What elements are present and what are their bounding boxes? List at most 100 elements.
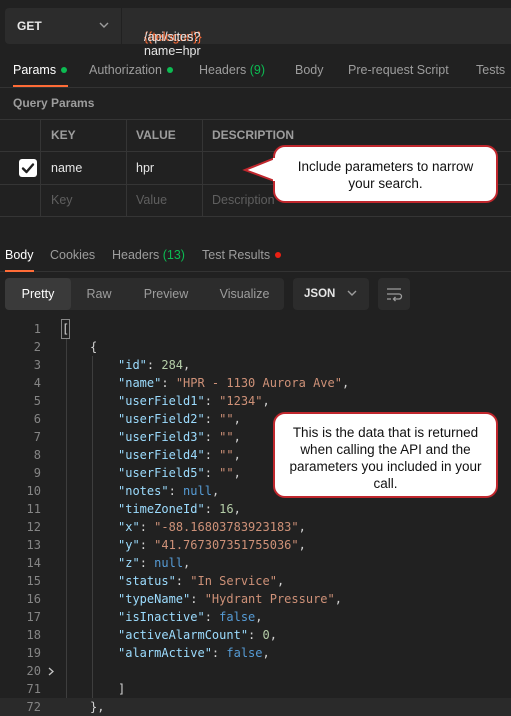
callout-text: This is the data that is returned when c… xyxy=(289,425,482,491)
tab-body[interactable]: Body xyxy=(295,63,324,77)
divider xyxy=(202,119,203,216)
json-value: 284 xyxy=(161,358,184,372)
param-key-field[interactable]: name xyxy=(51,161,82,175)
json-value: false xyxy=(219,610,256,624)
code-line: 18 "activeAlarmCount": 0, xyxy=(0,626,511,644)
method-select[interactable]: GET xyxy=(5,8,121,44)
chevron-down-icon xyxy=(99,22,109,28)
line-number: 6 xyxy=(33,412,41,426)
json-value: null xyxy=(183,484,212,498)
json-key: "notes" xyxy=(118,484,169,498)
json-key: "status" xyxy=(118,574,176,588)
url-input[interactable]: {{telogurl}}/api/sites?name=hpr xyxy=(122,8,511,58)
new-key-field[interactable]: Key xyxy=(51,193,73,207)
tab-params-label: Params xyxy=(13,63,57,77)
column-header-description: DESCRIPTION xyxy=(212,128,295,142)
tab-params[interactable]: Params xyxy=(13,63,68,77)
tab-headers-label: Headers xyxy=(199,63,247,77)
tab-pre-request-script-label: Pre-request Script xyxy=(348,63,449,77)
param-enabled-checkbox[interactable] xyxy=(19,159,37,177)
status-dot xyxy=(61,66,68,73)
line-number: 1 xyxy=(33,322,41,336)
active-tab-underline xyxy=(5,270,34,272)
json-key: "userField1" xyxy=(118,394,205,408)
json-value: "" xyxy=(219,430,234,444)
json-key: "activeAlarmCount" xyxy=(118,628,249,642)
view-mode-raw[interactable]: Raw xyxy=(71,278,127,310)
json-key: "y" xyxy=(118,538,140,552)
wrap-lines-button[interactable] xyxy=(378,278,410,310)
tab-authorization-label: Authorization xyxy=(89,63,162,77)
tab-authorization[interactable]: Authorization xyxy=(89,63,173,77)
json-value: "41.767307351755036" xyxy=(154,538,299,552)
new-value-field[interactable]: Value xyxy=(136,193,167,207)
json-value: "" xyxy=(219,412,234,426)
code-line: 11 "timeZoneId": 16, xyxy=(0,500,511,518)
line-number: 16 xyxy=(26,592,41,606)
line-number: 10 xyxy=(26,484,41,498)
format-select[interactable]: JSON xyxy=(293,278,369,310)
code-text: [ xyxy=(60,319,71,339)
line-number: 3 xyxy=(33,358,41,372)
code-line: 5 "userField1": "1234", xyxy=(0,392,511,410)
code-line: 1[ xyxy=(0,319,511,339)
view-mode-preview[interactable]: Preview xyxy=(127,278,205,310)
response-body-code: 1[ 2{ 3 "id": 284, 4 "name": "HPR - 1130 A… xyxy=(0,319,511,716)
callout-pointer-cover xyxy=(273,158,279,181)
line-number: 8 xyxy=(33,448,41,462)
divider xyxy=(40,119,41,216)
chevron-right-icon[interactable] xyxy=(47,667,55,676)
code-line: 4 "name": "HPR - 1130 Aurora Ave", xyxy=(0,374,511,392)
new-description-field[interactable]: Description xyxy=(212,193,275,207)
param-value-field[interactable]: hpr xyxy=(136,161,154,175)
status-dot xyxy=(166,66,173,73)
json-key: "isInactive" xyxy=(118,610,205,624)
line-number: 14 xyxy=(26,556,41,570)
tab-pre-request-script[interactable]: Pre-request Script xyxy=(348,63,449,77)
json-value: 0 xyxy=(262,628,270,642)
chevron-down-icon xyxy=(347,290,357,296)
code-line: 14 "z": null, xyxy=(0,554,511,572)
tab-response-headers-count: (13) xyxy=(162,248,185,262)
code-line: 16 "typeName": "Hydrant Pressure", xyxy=(0,590,511,608)
tab-cookies[interactable]: Cookies xyxy=(50,248,95,262)
json-value: "Hydrant Pressure" xyxy=(204,592,335,606)
tab-response-headers[interactable]: Headers (13) xyxy=(112,248,185,262)
method-label: GET xyxy=(17,19,42,33)
json-key: "z" xyxy=(118,556,140,570)
json-key: "alarmActive" xyxy=(118,646,212,660)
code-line: 3 "id": 284, xyxy=(0,356,511,374)
json-key: "userField4" xyxy=(118,448,205,462)
tab-response-body[interactable]: Body xyxy=(5,248,34,262)
tab-headers[interactable]: Headers (9) xyxy=(199,63,265,77)
query-params-title: Query Params xyxy=(13,96,95,110)
line-number: 11 xyxy=(26,502,41,516)
code-text: ] xyxy=(118,682,126,696)
view-mode-pretty[interactable]: Pretty xyxy=(5,278,71,310)
line-number: 9 xyxy=(33,466,41,480)
code-line: 71] xyxy=(0,680,511,698)
json-value: "" xyxy=(219,466,234,480)
json-key: "userField5" xyxy=(118,466,205,480)
tab-response-body-label: Body xyxy=(5,248,34,262)
code-line: 19 "alarmActive": false, xyxy=(0,644,511,662)
json-value: 16 xyxy=(219,502,234,516)
tab-tests[interactable]: Tests xyxy=(476,63,505,77)
code-line: 20 "links": [⋯ xyxy=(0,662,511,714)
json-key: "userField3" xyxy=(118,430,205,444)
tab-body-label: Body xyxy=(295,63,324,77)
json-value: "1234" xyxy=(219,394,263,408)
line-number: 15 xyxy=(26,574,41,588)
tab-test-results[interactable]: Test Results xyxy=(202,248,282,262)
checkmark-icon xyxy=(21,163,35,174)
params-callout: Include parameters to narrow your search… xyxy=(273,145,498,203)
view-mode-visualize[interactable]: Visualize xyxy=(205,278,284,310)
line-number: 20 xyxy=(26,664,41,678)
request-url-bar: GET {{telogurl}}/api/sites?name=hpr xyxy=(0,0,511,58)
json-key: "name" xyxy=(118,376,162,390)
divider xyxy=(126,119,127,216)
format-label: JSON xyxy=(304,288,336,300)
response-toolbar: Pretty Raw Preview Visualize JSON xyxy=(0,278,511,312)
tab-test-results-label: Test Results xyxy=(202,248,271,262)
json-value: null xyxy=(154,556,184,570)
